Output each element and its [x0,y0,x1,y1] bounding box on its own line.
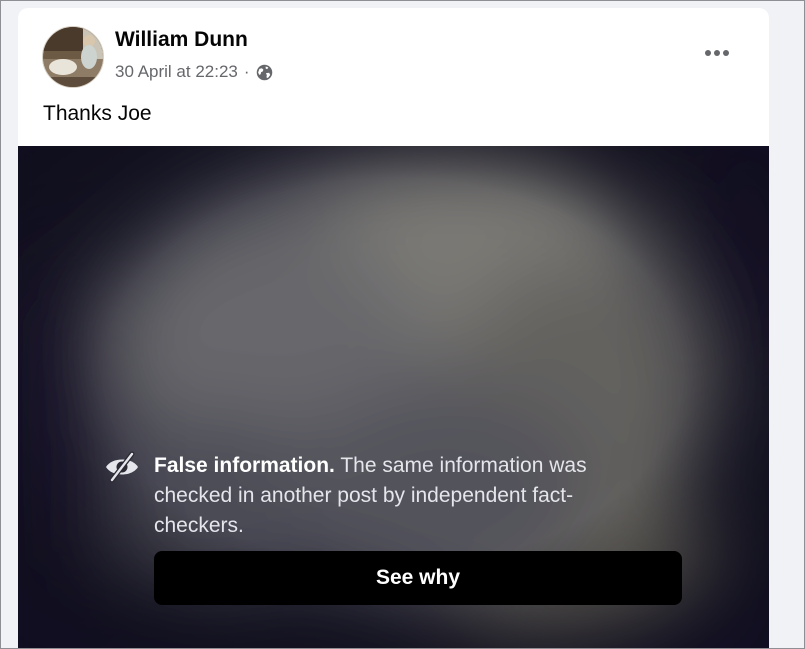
globe-icon[interactable] [256,64,273,81]
fact-check-label: False information. [154,454,335,477]
post-timestamp[interactable]: 30 April at 22:23 [115,62,238,82]
author-name[interactable]: William Dunn [115,28,248,52]
blurred-media[interactable]: False information. The same information … [18,146,769,648]
author-avatar[interactable] [42,26,104,88]
fact-check-message: False information. The same information … [154,451,624,541]
eye-slash-icon [104,451,140,483]
post-meta: 30 April at 22:23 · [115,61,273,83]
see-why-button[interactable]: See why [154,551,682,605]
more-options-icon[interactable] [699,38,735,68]
meta-separator: · [243,62,250,81]
screenshot-frame: William Dunn 30 April at 22:23 · Thanks … [0,0,805,649]
post-card: William Dunn 30 April at 22:23 · Thanks … [18,8,769,648]
post-text: Thanks Joe [43,102,152,125]
